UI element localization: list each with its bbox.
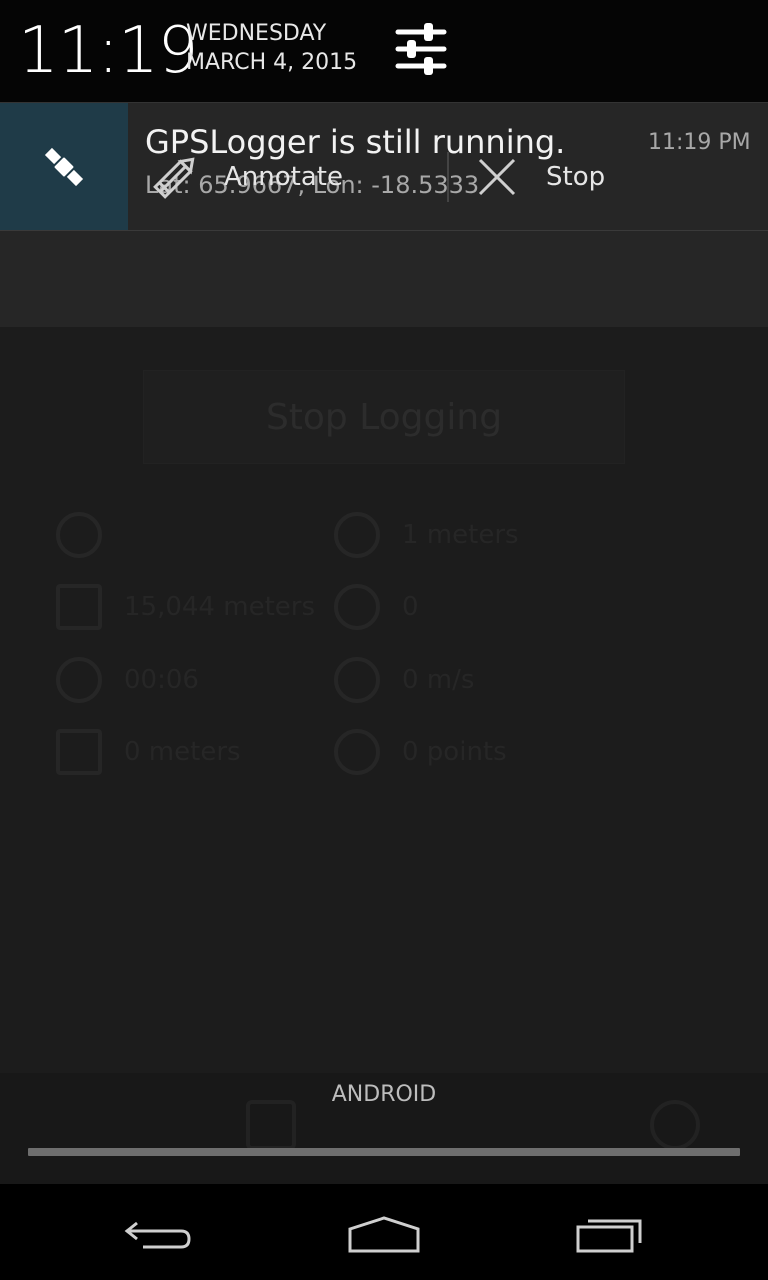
bg-row-speed: 0 m/s <box>334 655 474 705</box>
share-icon <box>650 1100 700 1150</box>
bg-row-satellites <box>56 510 124 560</box>
bg-row-distance: 0 meters <box>56 727 241 777</box>
home-button[interactable] <box>329 1200 439 1270</box>
pencil-icon <box>153 157 195 199</box>
notification-header: 11:19 WEDNESDAY MARCH 4, 2015 <box>0 0 768 102</box>
recents-icon <box>576 1219 642 1253</box>
clock: 11:19 <box>18 14 198 88</box>
bg-row-points: 0 points <box>334 727 507 777</box>
stop-action-button[interactable]: Stop <box>476 130 605 224</box>
accuracy-icon <box>334 512 380 558</box>
mountain-icon <box>56 584 102 630</box>
date-label: MARCH 4, 2015 <box>186 50 358 75</box>
recents-button[interactable] <box>555 1200 665 1270</box>
ruler-icon <box>56 729 102 775</box>
home-icon <box>348 1216 420 1253</box>
bg-row-altitude: 15,044 meters <box>56 582 315 632</box>
gpslogger-notification[interactable]: GPSLogger is still running. Lat: 65.9667… <box>0 102 768 327</box>
bg-bottom-icon-1 <box>246 1100 296 1150</box>
notification-shade-handle[interactable] <box>28 1148 740 1156</box>
compass-icon <box>334 584 380 630</box>
action-separator <box>447 152 449 202</box>
satellite-icon <box>56 512 102 558</box>
track-points-icon <box>334 729 380 775</box>
android-label: ANDROID <box>331 1082 437 1107</box>
back-button[interactable] <box>104 1200 214 1270</box>
bg-row-duration: 00:06 <box>56 655 199 705</box>
stop-logging-button: Stop Logging <box>143 370 625 464</box>
sliders-icon <box>395 23 447 75</box>
notification-app-icon <box>0 103 128 231</box>
back-icon <box>124 1221 191 1249</box>
divider <box>0 230 768 231</box>
speedometer-icon <box>334 657 380 703</box>
satellite-icon <box>44 147 84 187</box>
stopwatch-icon <box>56 657 102 703</box>
quick-settings-button[interactable] <box>392 20 450 78</box>
bg-row-direction: 0 <box>334 582 419 632</box>
stop-label: Stop <box>546 162 606 192</box>
annotate-label: Annotate <box>224 162 343 192</box>
close-icon <box>478 158 516 196</box>
day-label: WEDNESDAY <box>186 21 327 46</box>
annotate-action-button[interactable]: Annotate <box>146 130 343 224</box>
notification-time: 11:19 PM <box>648 130 751 155</box>
bg-row-accuracy: 1 meters <box>334 510 519 560</box>
